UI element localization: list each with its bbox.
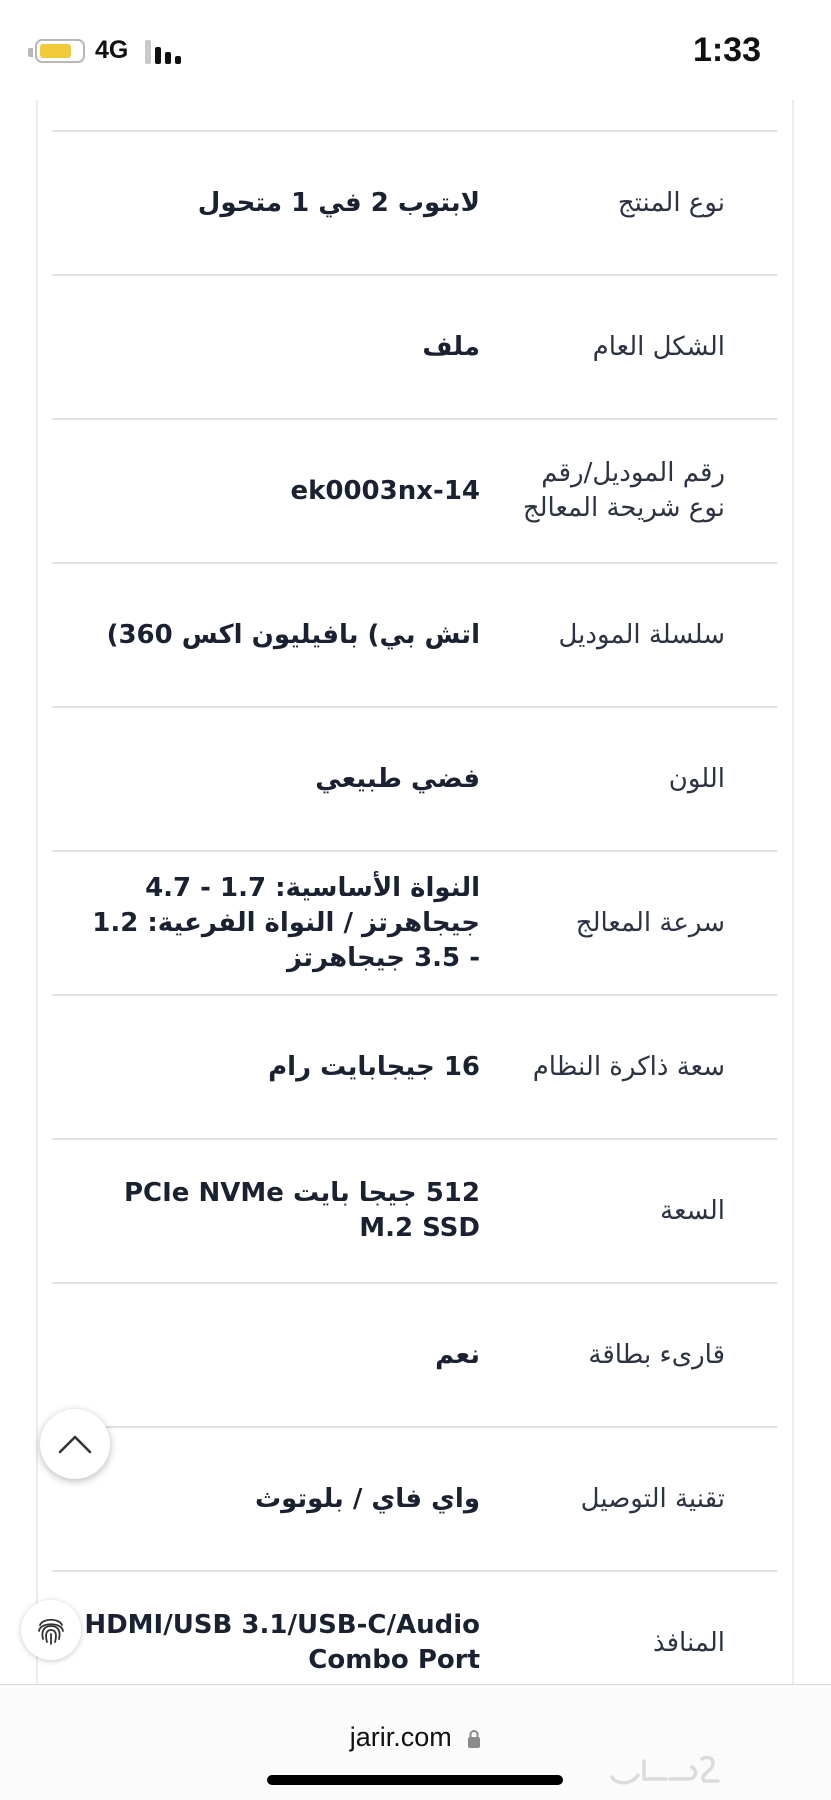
spec-row-system-memory: 16 جيجابايت رام سعة ذاكرة النظام [52,996,777,1140]
spec-label: المنافذ [652,1627,725,1658]
chevron-up-icon [58,1435,92,1454]
spec-label: الشكل العام [592,331,725,362]
lock-icon [468,1729,481,1748]
spec-row-model-series: اتش بي) بافيليون اكس 360) سلسلة الموديل [52,564,777,708]
home-indicator[interactable] [267,1775,563,1785]
spec-value: ملف [422,331,480,362]
spec-label: سلسلة الموديل [558,619,725,650]
card-border [792,100,794,1684]
spec-row-model-number: 14-ek0003nx رقم الموديل/رقم نوع شريحة ال… [52,420,777,564]
spec-row-connectivity: واي فاي / بلوتوث تقنية التوصيل [52,1428,777,1572]
spec-label: قارىء بطاقة [588,1339,725,1370]
spec-label: رقم الموديل/رقم نوع شريحة المعالج [522,458,725,523]
card-border [36,100,38,1684]
spec-value: اتش بي) بافيليون اكس 360) [106,619,480,650]
battery-cap [28,48,33,57]
spec-row-processor-speed: النواة الأساسية: 1.7 - 4.7 جيجاهرتز / ال… [52,852,777,996]
status-bar: 4G 1:33 [0,0,831,100]
url-text: jarir.com [349,1722,452,1752]
spec-row-card-reader: نعم قارىء بطاقة [52,1284,777,1428]
scroll-to-top-button[interactable] [40,1409,110,1479]
browser-url-bar[interactable]: jarir.com [0,1684,831,1800]
spec-value: واي فاي / بلوتوث [254,1483,480,1514]
spec-value: 512 جيجا بايت PCIe NVMe M.2 SSD [124,1178,480,1243]
spec-value: النواة الأساسية: 1.7 - 4.7 جيجاهرتز / ال… [92,872,480,973]
status-time: 1:33 [692,31,761,69]
spec-value: لابتوب 2 في 1 متحول [197,187,480,218]
signal-strength-icon [145,40,185,64]
spec-label: السعة [660,1195,725,1226]
network-type: 4G [95,36,129,64]
product-specs-page[interactable]: لابتوب 2 في 1 متحول نوع المنتج ملف الشكل… [0,100,831,1684]
spec-value: 14-ek0003nx [290,475,480,506]
battery-icon [35,39,85,63]
battery-level [40,44,71,58]
fingerprint-button[interactable] [21,1600,81,1660]
spec-row-form-factor: ملف الشكل العام [52,276,777,420]
spec-label: اللون [668,763,725,794]
spec-value: HDMI/USB 3.1/USB-C/Audio Combo Port [84,1610,480,1675]
spec-value: فضي طبيعي [315,763,480,794]
haraj-watermark-logo [610,1755,720,1785]
spec-value: نعم [435,1339,480,1370]
spec-label: نوع المنتج [617,187,725,218]
spec-label: سرعة المعالج [575,907,725,938]
spec-row-product-type: لابتوب 2 في 1 متحول نوع المنتج [52,132,777,276]
spec-label: سعة ذاكرة النظام [532,1051,725,1082]
specifications-table: لابتوب 2 في 1 متحول نوع المنتج ملف الشكل… [52,130,777,1684]
spec-row-ports: HDMI/USB 3.1/USB-C/Audio Combo Port المن… [52,1572,777,1684]
spec-row-color: فضي طبيعي اللون [52,708,777,852]
fingerprint-icon [38,1618,64,1645]
spec-label: تقنية التوصيل [580,1483,725,1514]
spec-value: 16 جيجابايت رام [268,1051,480,1082]
spec-row-storage: 512 جيجا بايت PCIe NVMe M.2 SSD السعة [52,1140,777,1284]
